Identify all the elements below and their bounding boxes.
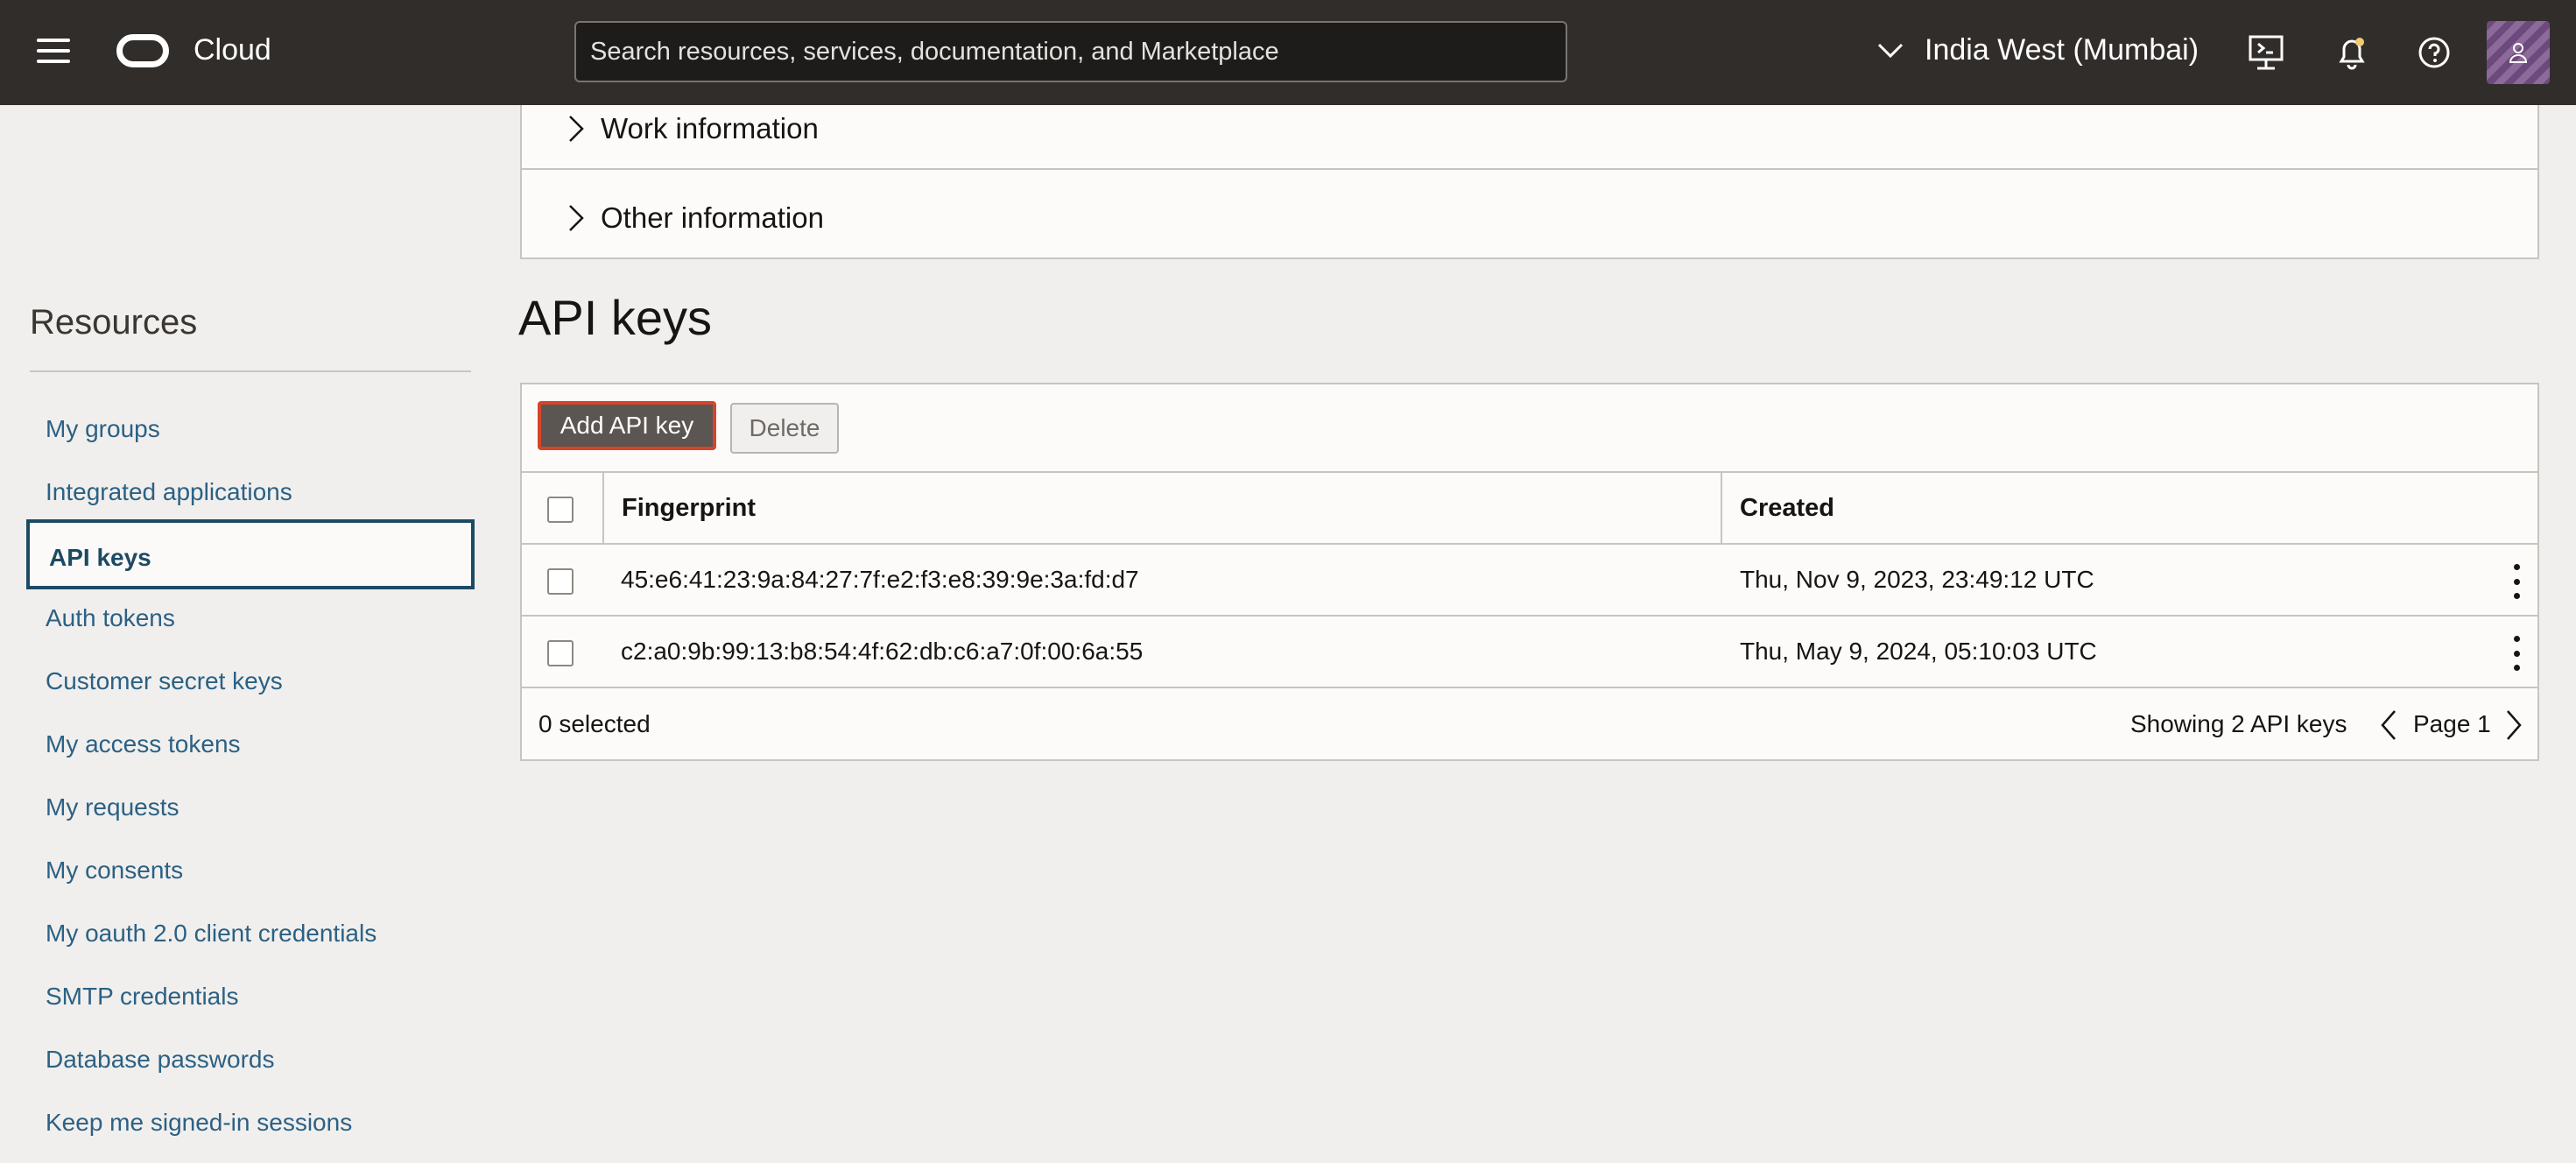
region-label: India West (Mumbai) <box>1925 33 2199 67</box>
table-header-top-border <box>522 471 2537 473</box>
sidebar-item-signed-in-sessions[interactable]: Keep me signed-in sessions <box>46 1109 352 1137</box>
sidebar-item-my-consents[interactable]: My consents <box>46 856 183 885</box>
top-navigation-bar: Cloud India West (Mumbai) <box>0 0 2576 105</box>
selection-count: 0 selected <box>538 710 651 737</box>
row-actions-menu-icon[interactable] <box>2506 564 2527 599</box>
user-icon <box>2509 43 2528 63</box>
previous-page-icon[interactable] <box>2375 708 2402 743</box>
column-header-created[interactable]: Created <box>1740 494 1834 523</box>
table-column-divider <box>602 473 604 543</box>
help-icon[interactable] <box>2413 32 2455 74</box>
page-title: API keys <box>518 290 712 345</box>
region-selector[interactable]: India West (Mumbai) <box>1877 33 2199 67</box>
chevron-right-icon <box>569 116 584 142</box>
brand-name[interactable]: Cloud <box>194 33 271 67</box>
row-checkbox[interactable] <box>547 568 574 595</box>
chevron-right-icon <box>569 205 584 231</box>
user-avatar[interactable] <box>2487 21 2550 84</box>
sidebar-item-my-access-tokens[interactable]: My access tokens <box>46 730 241 758</box>
sidebar-item-integrated-applications[interactable]: Integrated applications <box>46 478 292 506</box>
add-api-key-button[interactable]: Add API key <box>538 401 716 450</box>
oracle-logo-icon[interactable] <box>116 34 169 67</box>
row-checkbox[interactable] <box>547 640 574 666</box>
fingerprint-cell: 45:e6:41:23:9a:84:27:7f:e2:f3:e8:39:9e:3… <box>621 566 1139 593</box>
row-actions-menu-icon[interactable] <box>2506 636 2527 671</box>
created-cell: Thu, May 9, 2024, 05:10:03 UTC <box>1740 638 2097 665</box>
resources-heading: Resources <box>30 303 198 342</box>
table-column-divider <box>1721 473 1722 543</box>
resources-divider <box>30 370 471 372</box>
page-indicator: Page 1 <box>2413 710 2491 737</box>
notifications-bell-icon[interactable] <box>2331 32 2373 74</box>
sidebar-item-customer-secret-keys[interactable]: Customer secret keys <box>46 667 283 695</box>
created-cell: Thu, Nov 9, 2023, 23:49:12 UTC <box>1740 566 2094 593</box>
search-input[interactable] <box>574 21 1567 82</box>
section-label: Work information <box>601 112 819 144</box>
sidebar-item-database-passwords[interactable]: Database passwords <box>46 1046 274 1074</box>
table-footer-border <box>522 687 2537 688</box>
sidebar-item-my-groups[interactable]: My groups <box>46 415 160 443</box>
section-other-information[interactable]: Other information <box>522 173 2539 263</box>
section-divider <box>522 168 2539 170</box>
sidebar-item-api-keys[interactable]: API keys <box>26 519 475 589</box>
column-header-fingerprint[interactable]: Fingerprint <box>622 494 756 523</box>
sidebar-item-smtp-credentials[interactable]: SMTP credentials <box>46 983 238 1011</box>
next-page-icon[interactable] <box>2501 708 2527 743</box>
sidebar-item-label: API keys <box>49 544 151 571</box>
sidebar-item-my-requests[interactable]: My requests <box>46 793 179 821</box>
fingerprint-cell: c2:a0:9b:99:13:b8:54:4f:62:db:c6:a7:0f:0… <box>621 638 1144 665</box>
delete-button[interactable]: Delete <box>730 403 839 454</box>
results-count: Showing 2 API keys <box>2130 710 2347 737</box>
table-header-bottom-border <box>522 543 2537 545</box>
menu-icon[interactable] <box>37 39 70 67</box>
table-row-divider <box>522 615 2537 617</box>
select-all-checkbox[interactable] <box>547 497 574 523</box>
chevron-down-icon <box>1877 43 1904 58</box>
section-label: Other information <box>601 201 824 234</box>
cloud-shell-icon[interactable] <box>2245 32 2287 74</box>
details-sections-panel: Work information Other information <box>520 88 2539 259</box>
sidebar-item-oauth-client-credentials[interactable]: My oauth 2.0 client credentials <box>46 920 377 948</box>
sidebar-item-auth-tokens[interactable]: Auth tokens <box>46 604 175 632</box>
